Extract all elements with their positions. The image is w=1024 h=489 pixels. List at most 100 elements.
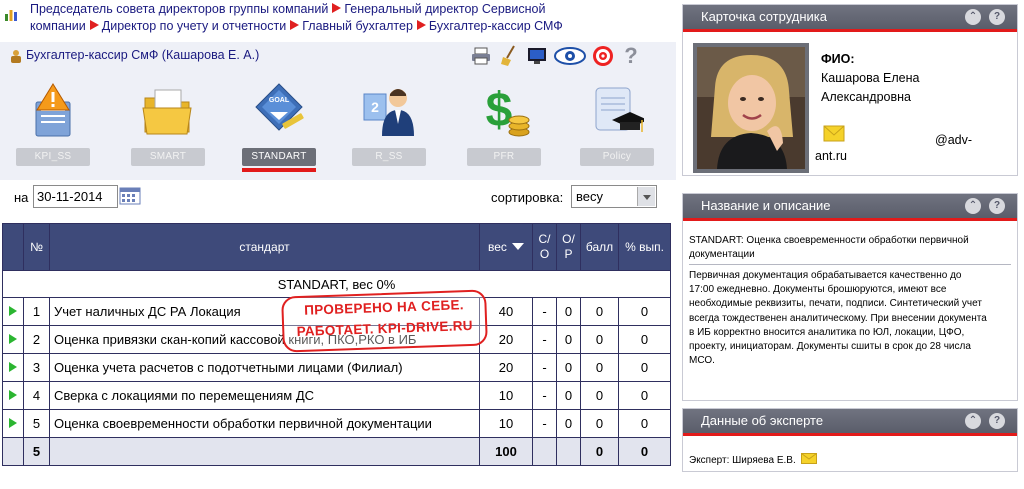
header-weight-label: вес	[488, 240, 507, 254]
panel-header: Карточка сотрудника ⌃ ?	[683, 5, 1017, 32]
filter-row: на сортировка: весу	[0, 180, 676, 220]
row-name[interactable]: Оценка учета расчетов с подотчетными лиц…	[49, 353, 480, 382]
header-expand	[2, 223, 24, 271]
org-chart-icon	[5, 10, 17, 21]
module-label: SMART	[131, 148, 205, 166]
broom-icon[interactable]	[498, 45, 520, 67]
table-row[interactable]: 3 Оценка учета расчетов с подотчетными л…	[2, 353, 671, 382]
sort-select[interactable]: весу	[571, 185, 657, 208]
breadcrumb-chief-accountant[interactable]: Главный бухгалтер	[302, 19, 413, 33]
play-icon[interactable]	[9, 390, 17, 400]
footer-blank	[2, 437, 24, 466]
module-label: R_SS	[352, 148, 426, 166]
row-expand[interactable]	[2, 353, 24, 382]
module-r-ss[interactable]: 2 R_SS	[350, 70, 428, 180]
breadcrumb-general-director[interactable]: Генеральный директор Сервисной	[344, 2, 545, 16]
module-standart[interactable]: GOAL STANDART	[240, 70, 318, 180]
row-name[interactable]: Оценка своевременности обработки первичн…	[49, 409, 480, 438]
eye-icon[interactable]	[554, 45, 586, 67]
breadcrumb-chairman[interactable]: Председатель совета директоров группы ко…	[30, 2, 328, 16]
expert-panel: Данные об эксперте ⌃ ? Эксперт: Ширяева …	[682, 408, 1018, 472]
module-policy[interactable]: Policy	[578, 70, 656, 180]
row-expand[interactable]	[2, 381, 24, 410]
row-op: 0	[556, 353, 581, 382]
row-weight: 10	[479, 409, 533, 438]
verified-stamp: ПРОВЕРЕНО НА СЕБЕ. РАБОТАЕТ. KPI-DRIVE.R…	[281, 289, 488, 353]
breadcrumb-accounting-director[interactable]: Директор по учету и отчетности	[102, 19, 286, 33]
sort-desc-icon	[511, 243, 524, 250]
table-header: № стандарт вес С/О О/Р балл % вып.	[2, 223, 671, 271]
row-op: 0	[556, 325, 581, 354]
breadcrumb: Председатель совета директоров группы ко…	[0, 0, 676, 40]
row-pct: 0	[618, 353, 671, 382]
help-icon[interactable]: ?	[620, 43, 642, 68]
row-co: -	[532, 353, 557, 382]
svg-text:$: $	[486, 84, 513, 137]
row-weight: 10	[479, 381, 533, 410]
description-panel: Название и описание ⌃ ? STANDART: Оценка…	[682, 193, 1018, 401]
table-row[interactable]: 5 Оценка своевременности обработки перви…	[2, 409, 671, 438]
play-icon[interactable]	[9, 334, 17, 344]
fio-label: ФИО:	[821, 52, 855, 66]
help-icon[interactable]: ?	[989, 9, 1005, 25]
sort-select-value: весу	[576, 189, 603, 204]
collapse-icon[interactable]: ⌃	[965, 9, 981, 25]
user-lock-icon	[11, 50, 21, 63]
module-smart[interactable]: SMART	[129, 70, 207, 180]
fio-value-line-1: Кашарова Елена	[821, 71, 920, 85]
row-expand[interactable]	[2, 325, 24, 354]
header-co-bottom: О	[539, 247, 550, 261]
svg-text:2: 2	[371, 99, 379, 115]
table-row[interactable]: 4 Сверка с локациями по перемещениям ДС …	[2, 381, 671, 410]
play-icon[interactable]	[9, 362, 17, 372]
module-pfr[interactable]: $ PFR	[465, 70, 543, 180]
row-num: 3	[23, 353, 50, 382]
collapse-icon[interactable]: ⌃	[965, 198, 981, 214]
row-op: 0	[556, 381, 581, 410]
row-pct: 0	[618, 325, 671, 354]
printer-icon[interactable]	[470, 45, 492, 67]
module-label: KPI_SS	[16, 148, 90, 166]
person-stat-icon: 2	[363, 89, 414, 136]
header-op-bottom: Р	[564, 247, 573, 261]
header-weight[interactable]: вес	[479, 223, 533, 271]
header-op-top: О/	[562, 232, 575, 246]
svg-text:GOAL: GOAL	[269, 97, 290, 104]
active-tab-indicator	[242, 168, 316, 172]
play-icon[interactable]	[9, 306, 17, 316]
module-kpi-ss[interactable]: KPI_SS	[14, 70, 92, 180]
description-body: Первичная документация обрабатывается ка…	[689, 270, 987, 367]
help-icon[interactable]: ?	[989, 198, 1005, 214]
module-tabs: KPI_SS SMART GOAL STANDART 2 R_SS $ PFR …	[0, 70, 676, 180]
row-name[interactable]: Сверка с локациями по перемещениям ДС	[49, 381, 480, 410]
breadcrumb-cashier[interactable]: Бухгалтер-кассир СМФ	[429, 19, 563, 33]
footer-op	[556, 437, 581, 466]
collapse-icon[interactable]: ⌃	[965, 413, 981, 429]
expert-name: Эксперт: Ширяева Е.В.	[689, 455, 796, 466]
play-icon[interactable]	[9, 418, 17, 428]
row-score: 0	[580, 409, 619, 438]
email-part-2[interactable]: ant.ru	[815, 149, 847, 163]
breadcrumb-arrow-icon	[416, 20, 426, 30]
envelope-icon[interactable]	[823, 125, 845, 142]
sort-label: сортировка:	[491, 190, 564, 205]
date-input[interactable]	[33, 185, 118, 208]
employee-photo	[697, 47, 805, 169]
divider	[689, 264, 1011, 265]
monitor-icon[interactable]	[526, 45, 548, 67]
panel-title: Название и описание	[701, 198, 831, 213]
calendar-icon[interactable]	[119, 187, 141, 205]
header-co-top: С/	[538, 232, 551, 246]
row-expand[interactable]	[2, 297, 24, 326]
help-icon[interactable]: ?	[989, 413, 1005, 429]
header-num: №	[23, 223, 50, 271]
row-expand[interactable]	[2, 409, 24, 438]
target-icon[interactable]	[592, 45, 614, 67]
header-standard[interactable]: стандарт	[49, 223, 480, 271]
chevron-down-icon[interactable]	[637, 187, 655, 206]
envelope-icon[interactable]	[800, 453, 817, 464]
fio-value-line-2: Александровна	[821, 90, 911, 104]
email-part-1[interactable]: @adv-	[935, 133, 972, 147]
breadcrumb-general-director-cont[interactable]: компании	[30, 19, 86, 33]
footer-name	[49, 437, 480, 466]
